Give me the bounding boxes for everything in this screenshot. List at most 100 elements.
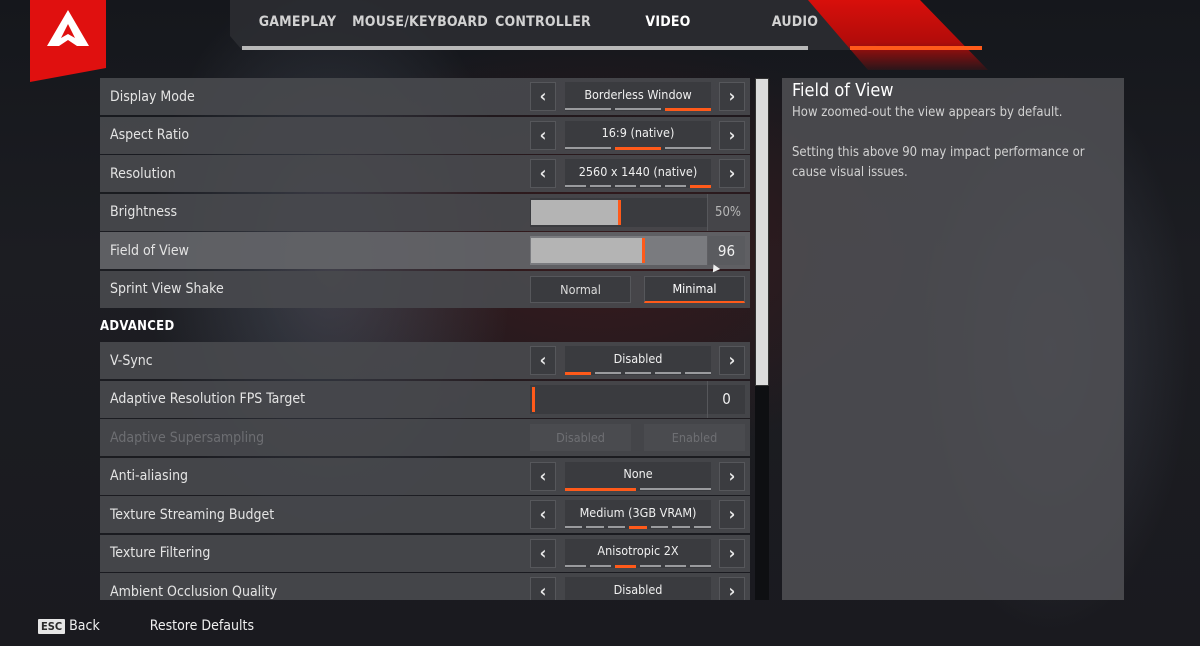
chevron-left-icon: ‹ bbox=[539, 542, 547, 564]
setting-row-aspect-ratio[interactable]: Aspect Ratio ‹ 16:9 (native) › bbox=[100, 116, 750, 154]
fps-target-value-input[interactable]: 0 bbox=[708, 384, 745, 414]
next-option-button[interactable]: › bbox=[719, 500, 745, 529]
option-segment bbox=[615, 108, 661, 110]
brightness-slider[interactable] bbox=[530, 197, 707, 227]
setting-row-texture-streaming-budget[interactable]: Texture Streaming Budget ‹ Medium (3GB V… bbox=[100, 496, 750, 533]
fov-slider[interactable] bbox=[530, 236, 707, 265]
setting-label: Texture Filtering bbox=[110, 545, 211, 561]
next-option-button[interactable]: › bbox=[719, 82, 745, 111]
scrollbar-thumb[interactable] bbox=[755, 78, 769, 386]
chevron-right-icon: › bbox=[728, 581, 736, 600]
tab-gameplay[interactable]: GAMEPLAY bbox=[240, 0, 355, 50]
option-indicator bbox=[565, 564, 711, 568]
prev-option-button[interactable]: ‹ bbox=[530, 346, 556, 375]
prev-option-button[interactable]: ‹ bbox=[530, 577, 556, 600]
setting-label: Anti-aliasing bbox=[110, 468, 189, 484]
option-segment bbox=[565, 108, 611, 110]
prev-option-button[interactable]: ‹ bbox=[530, 461, 556, 491]
option-segment bbox=[595, 372, 621, 374]
setting-label: Display Mode bbox=[110, 88, 195, 105]
supersampling-disabled-button: Disabled bbox=[530, 424, 631, 451]
setting-row-adaptive-resolution-fps-target[interactable]: Adaptive Resolution FPS Target 0 bbox=[100, 380, 750, 418]
setting-row-adaptive-supersampling: Adaptive Supersampling Disabled Enabled bbox=[100, 419, 750, 456]
tab-audio[interactable]: AUDIO bbox=[745, 0, 845, 50]
fov-value-input[interactable]: 96 bbox=[708, 236, 745, 265]
chevron-right-icon: › bbox=[728, 124, 736, 146]
setting-row-texture-filtering[interactable]: Texture Filtering ‹ Anisotropic 2X › bbox=[100, 534, 750, 572]
prev-option-button[interactable]: ‹ bbox=[530, 82, 556, 111]
option-segment bbox=[607, 526, 626, 528]
ambient-occlusion-cycler: ‹ Disabled › bbox=[530, 577, 745, 600]
option-segment bbox=[590, 564, 611, 567]
option-segment bbox=[565, 564, 586, 567]
option-segment bbox=[640, 564, 661, 567]
slider-handle[interactable] bbox=[642, 238, 645, 263]
setting-row-brightness[interactable]: Brightness 50% bbox=[100, 193, 750, 231]
next-option-button[interactable]: › bbox=[719, 159, 745, 188]
fps-target-slider[interactable] bbox=[530, 384, 707, 414]
setting-label: Texture Streaming Budget bbox=[110, 506, 275, 523]
next-option-button[interactable]: › bbox=[719, 120, 745, 150]
chevron-left-icon: ‹ bbox=[539, 504, 547, 525]
option-segment bbox=[690, 564, 711, 567]
display-mode-value: Borderless Window bbox=[565, 82, 711, 111]
prev-option-button[interactable]: ‹ bbox=[530, 159, 556, 188]
chevron-right-icon: › bbox=[728, 504, 736, 525]
sprint-shake-normal-button[interactable]: Normal bbox=[530, 275, 631, 303]
setting-label: Aspect Ratio bbox=[110, 127, 190, 143]
option-segment bbox=[640, 487, 711, 490]
option-indicator bbox=[565, 108, 711, 111]
v-sync-cycler: ‹ Disabled › bbox=[530, 346, 745, 375]
slider-handle[interactable] bbox=[532, 386, 535, 412]
restore-defaults-button[interactable]: Restore Defaults bbox=[150, 618, 254, 634]
setting-row-ambient-occlusion-quality[interactable]: Ambient Occlusion Quality ‹ Disabled › bbox=[100, 573, 750, 600]
sprint-shake-minimal-button[interactable]: Minimal bbox=[644, 275, 745, 303]
apex-logo bbox=[30, 0, 106, 82]
setting-row-display-mode[interactable]: Display Mode ‹ Borderless Window › bbox=[100, 78, 750, 115]
setting-label: V-Sync bbox=[110, 352, 153, 369]
option-indicator bbox=[565, 526, 711, 529]
option-segment bbox=[586, 526, 604, 528]
prev-option-button[interactable]: ‹ bbox=[530, 120, 556, 150]
option-indicator bbox=[565, 372, 711, 375]
option-segment-selected bbox=[565, 372, 591, 375]
setting-row-resolution[interactable]: Resolution ‹ 2560 x 1440 (native) › bbox=[100, 155, 750, 192]
resolution-cycler: ‹ 2560 x 1440 (native) › bbox=[530, 159, 745, 188]
option-segment-selected bbox=[615, 146, 661, 150]
setting-row-v-sync[interactable]: V-Sync ‹ Disabled › bbox=[100, 342, 750, 379]
option-indicator bbox=[565, 185, 711, 188]
prev-option-button[interactable]: ‹ bbox=[530, 500, 556, 529]
settings-scrollbar[interactable] bbox=[755, 78, 769, 600]
next-option-button[interactable]: › bbox=[719, 346, 745, 375]
option-segment bbox=[590, 185, 611, 187]
setting-row-field-of-view[interactable]: Field of View 96 bbox=[100, 232, 750, 269]
next-option-button[interactable]: › bbox=[719, 577, 745, 600]
tab-active-indicator bbox=[850, 46, 982, 50]
supersampling-enabled-button: Enabled bbox=[644, 424, 745, 451]
texture-streaming-cycler: ‹ Medium (3GB VRAM) › bbox=[530, 500, 745, 529]
option-segment bbox=[665, 564, 686, 567]
chevron-right-icon: › bbox=[728, 163, 736, 184]
option-segment bbox=[640, 185, 661, 187]
slider-handle[interactable] bbox=[618, 199, 621, 225]
anti-aliasing-cycler: ‹ None › bbox=[530, 461, 745, 491]
option-segment bbox=[565, 185, 586, 187]
tab-mouse-keyboard[interactable]: MOUSE/KEYBOARD bbox=[352, 0, 488, 50]
option-segment bbox=[685, 372, 711, 374]
next-option-button[interactable]: › bbox=[719, 538, 745, 568]
option-segment bbox=[655, 372, 681, 374]
chevron-left-icon: ‹ bbox=[539, 124, 547, 146]
back-button[interactable]: Back bbox=[69, 618, 100, 634]
prev-option-button[interactable]: ‹ bbox=[530, 538, 556, 568]
setting-label: Sprint View Shake bbox=[110, 281, 224, 297]
next-option-button[interactable]: › bbox=[719, 461, 745, 491]
texture-filtering-value: Anisotropic 2X bbox=[565, 538, 711, 568]
chevron-right-icon: › bbox=[728, 350, 736, 371]
option-indicator bbox=[565, 487, 711, 491]
setting-row-sprint-view-shake[interactable]: Sprint View Shake Normal Minimal bbox=[100, 270, 750, 308]
description-title: Field of View bbox=[792, 80, 894, 101]
option-segment-selected bbox=[629, 526, 647, 529]
tab-controller[interactable]: CONTROLLER bbox=[488, 0, 598, 50]
setting-row-anti-aliasing[interactable]: Anti-aliasing ‹ None › bbox=[100, 457, 750, 495]
tab-video[interactable]: VIDEO bbox=[618, 0, 718, 50]
